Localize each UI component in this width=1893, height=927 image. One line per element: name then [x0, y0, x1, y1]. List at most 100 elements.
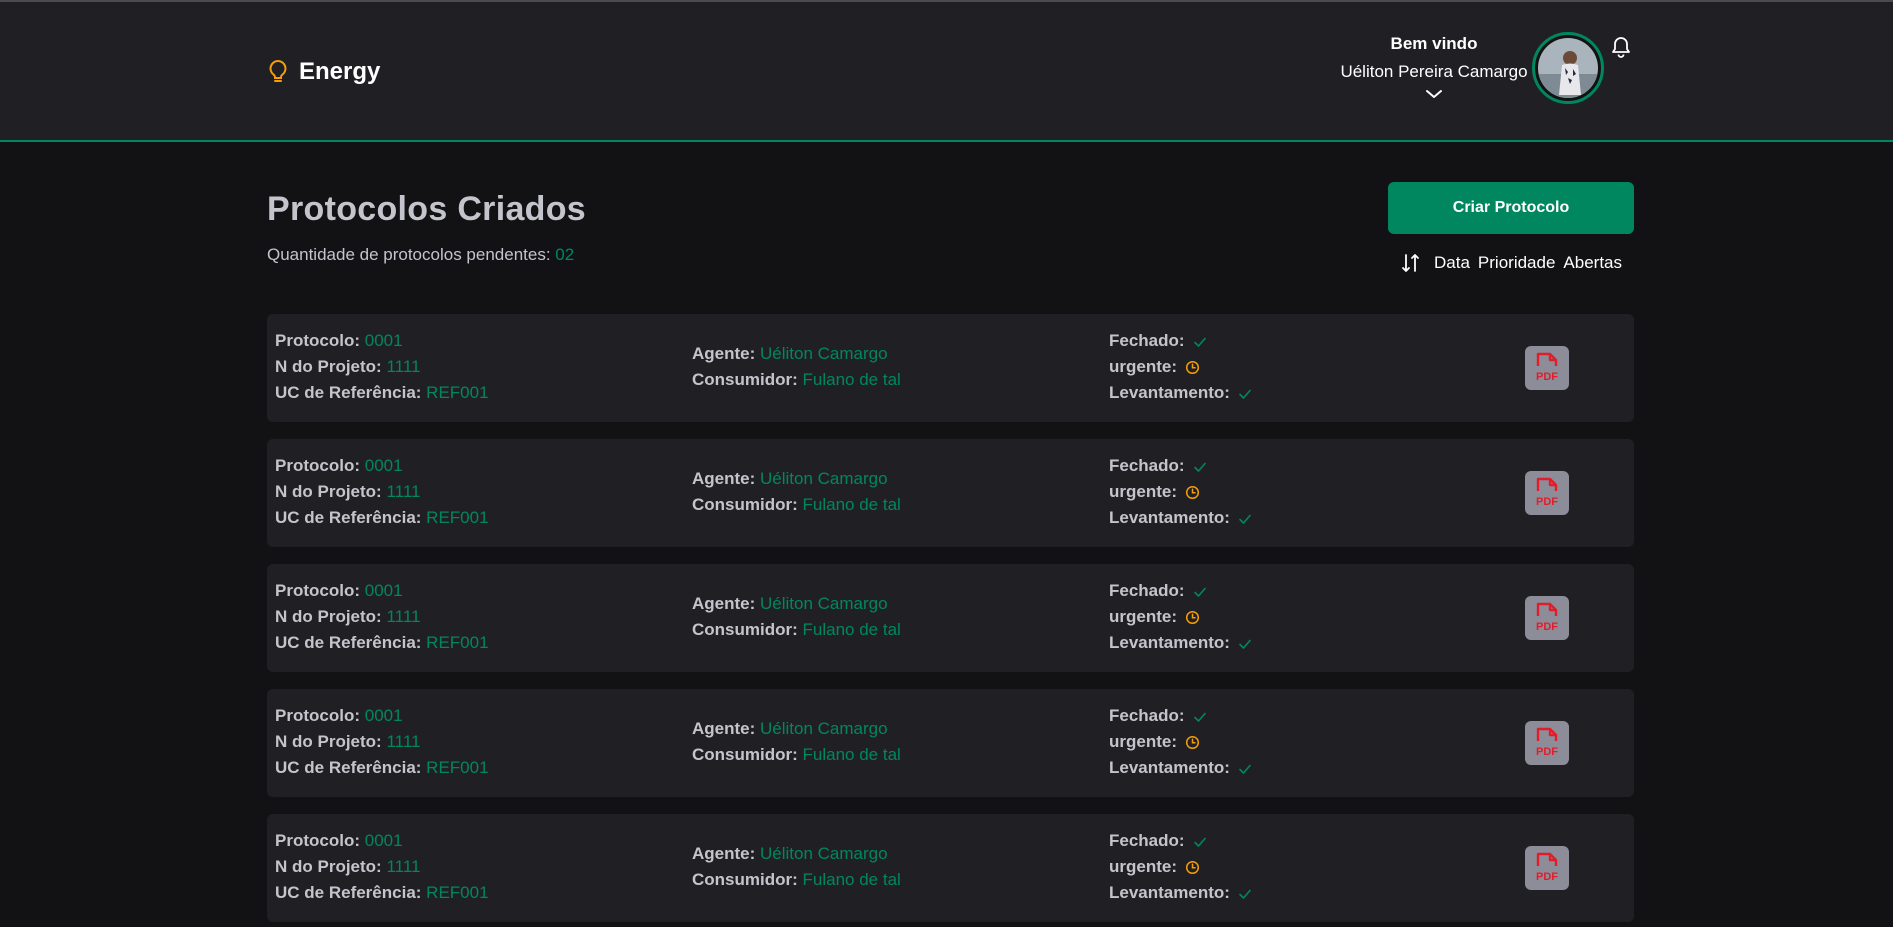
consumer-label: Consumidor:	[692, 745, 798, 764]
agent-row: Agente: Uéliton Camargo	[692, 466, 901, 492]
agent-label: Agente:	[692, 594, 756, 613]
protocol-number: 0001	[364, 706, 403, 725]
bell-icon[interactable]	[1610, 35, 1632, 59]
user-menu[interactable]: Bem vindo Uéliton Pereira Camargo	[1330, 34, 1538, 100]
uc-reference: REF001	[426, 883, 489, 902]
pdf-download-button[interactable]: PDF	[1525, 846, 1569, 890]
urgent-label: urgente:	[1109, 357, 1177, 376]
brand-name: Energy	[299, 58, 381, 85]
consumer-name: Fulano de tal	[802, 620, 901, 639]
clock-icon	[1185, 610, 1200, 625]
closed-row: Fechado:	[1109, 578, 1252, 604]
pdf-download-button[interactable]: PDF	[1525, 471, 1569, 515]
closed-row: Fechado:	[1109, 328, 1252, 354]
urgent-label: urgente:	[1109, 482, 1177, 501]
pdf-label: PDF	[1536, 746, 1558, 758]
pdf-download-button[interactable]: PDF	[1525, 346, 1569, 390]
pending-label: Quantidade de protocolos pendentes:	[267, 245, 551, 264]
urgent-row: urgente:	[1109, 354, 1252, 380]
consumer-row: Consumidor: Fulano de tal	[692, 367, 901, 393]
project-label: N do Projeto:	[275, 607, 382, 626]
protocol-number: 0001	[364, 331, 403, 350]
protocol-number-row: Protocolo: 0001	[275, 453, 489, 479]
agent-label: Agente:	[692, 719, 756, 738]
protocol-label: Protocolo:	[275, 331, 360, 350]
check-icon	[1239, 764, 1251, 774]
project-number-row: N do Projeto: 1111	[275, 354, 489, 380]
pdf-file-icon: PDF	[1536, 352, 1558, 383]
consumer-label: Consumidor:	[692, 370, 798, 389]
pdf-download-button[interactable]: PDF	[1525, 721, 1569, 765]
check-icon	[1193, 462, 1206, 472]
pdf-file-icon: PDF	[1536, 852, 1558, 883]
agent-row: Agente: Uéliton Camargo	[692, 341, 901, 367]
agent-row: Agente: Uéliton Camargo	[692, 591, 901, 617]
protocol-info: Protocolo: 0001 N do Projeto: 1111 UC de…	[275, 578, 489, 656]
survey-row: Levantamento:	[1109, 755, 1252, 781]
project-number-row: N do Projeto: 1111	[275, 854, 489, 880]
pending-count-text: Quantidade de protocolos pendentes: 02	[267, 245, 574, 265]
project-number: 1111	[386, 857, 421, 876]
avatar[interactable]	[1532, 32, 1604, 104]
project-number: 1111	[386, 482, 421, 501]
protocol-label: Protocolo:	[275, 581, 360, 600]
pdf-label: PDF	[1536, 621, 1558, 633]
agent-name: Uéliton Camargo	[760, 594, 888, 613]
urgent-row: urgente:	[1109, 854, 1252, 880]
people-info: Agente: Uéliton Camargo Consumidor: Fula…	[692, 716, 901, 768]
project-number: 1111	[386, 732, 421, 751]
agent-row: Agente: Uéliton Camargo	[692, 841, 901, 867]
check-icon	[1193, 587, 1206, 597]
pdf-file-icon: PDF	[1536, 477, 1558, 508]
agent-name: Uéliton Camargo	[760, 719, 888, 738]
project-number: 1111	[386, 357, 421, 376]
protocol-card[interactable]: Protocolo: 0001 N do Projeto: 1111 UC de…	[267, 814, 1634, 922]
protocol-number-row: Protocolo: 0001	[275, 703, 489, 729]
project-number-row: N do Projeto: 1111	[275, 479, 489, 505]
protocol-number: 0001	[364, 831, 403, 850]
sort-arrows-icon[interactable]	[1400, 252, 1422, 274]
uc-label: UC de Referência:	[275, 508, 422, 527]
check-icon	[1193, 337, 1206, 347]
check-icon	[1193, 712, 1206, 722]
pdf-file-icon: PDF	[1536, 727, 1558, 758]
protocol-card[interactable]: Protocolo: 0001 N do Projeto: 1111 UC de…	[267, 439, 1634, 547]
uc-reference-row: UC de Referência: REF001	[275, 755, 489, 781]
brand[interactable]: Energy	[267, 58, 380, 86]
chevron-down-icon[interactable]	[1425, 88, 1443, 100]
agent-name: Uéliton Camargo	[760, 344, 888, 363]
protocol-card[interactable]: Protocolo: 0001 N do Projeto: 1111 UC de…	[267, 314, 1634, 422]
closed-row: Fechado:	[1109, 828, 1252, 854]
project-label: N do Projeto:	[275, 857, 382, 876]
protocol-card[interactable]: Protocolo: 0001 N do Projeto: 1111 UC de…	[267, 564, 1634, 672]
agent-name: Uéliton Camargo	[760, 844, 888, 863]
sort-option-data[interactable]: Data	[1434, 253, 1470, 273]
sort-option-abertas[interactable]: Abertas	[1563, 253, 1622, 273]
protocol-number: 0001	[364, 581, 403, 600]
protocol-info: Protocolo: 0001 N do Projeto: 1111 UC de…	[275, 328, 489, 406]
protocol-label: Protocolo:	[275, 706, 360, 725]
protocol-list: Protocolo: 0001 N do Projeto: 1111 UC de…	[267, 314, 1634, 927]
create-protocol-button[interactable]: Criar Protocolo	[1388, 182, 1634, 234]
agent-label: Agente:	[692, 469, 756, 488]
status-info: Fechado: urgente: Levantamento:	[1109, 828, 1252, 906]
clock-icon	[1185, 360, 1200, 375]
avatar-photo	[1538, 38, 1598, 98]
sort-option-prioridade[interactable]: Prioridade	[1478, 253, 1556, 273]
survey-label: Levantamento:	[1109, 508, 1230, 527]
consumer-name: Fulano de tal	[802, 745, 901, 764]
protocol-card[interactable]: Protocolo: 0001 N do Projeto: 1111 UC de…	[267, 689, 1634, 797]
consumer-row: Consumidor: Fulano de tal	[692, 742, 901, 768]
uc-label: UC de Referência:	[275, 383, 422, 402]
project-number: 1111	[386, 607, 421, 626]
lightbulb-icon	[269, 59, 287, 82]
clock-icon	[1185, 485, 1200, 500]
welcome-text: Bem vindo	[1390, 34, 1478, 53]
consumer-name: Fulano de tal	[802, 495, 901, 514]
pdf-label: PDF	[1536, 371, 1558, 383]
project-number-row: N do Projeto: 1111	[275, 729, 489, 755]
pdf-label: PDF	[1536, 871, 1558, 883]
protocol-number-row: Protocolo: 0001	[275, 828, 489, 854]
check-icon	[1239, 639, 1251, 649]
pdf-download-button[interactable]: PDF	[1525, 596, 1569, 640]
